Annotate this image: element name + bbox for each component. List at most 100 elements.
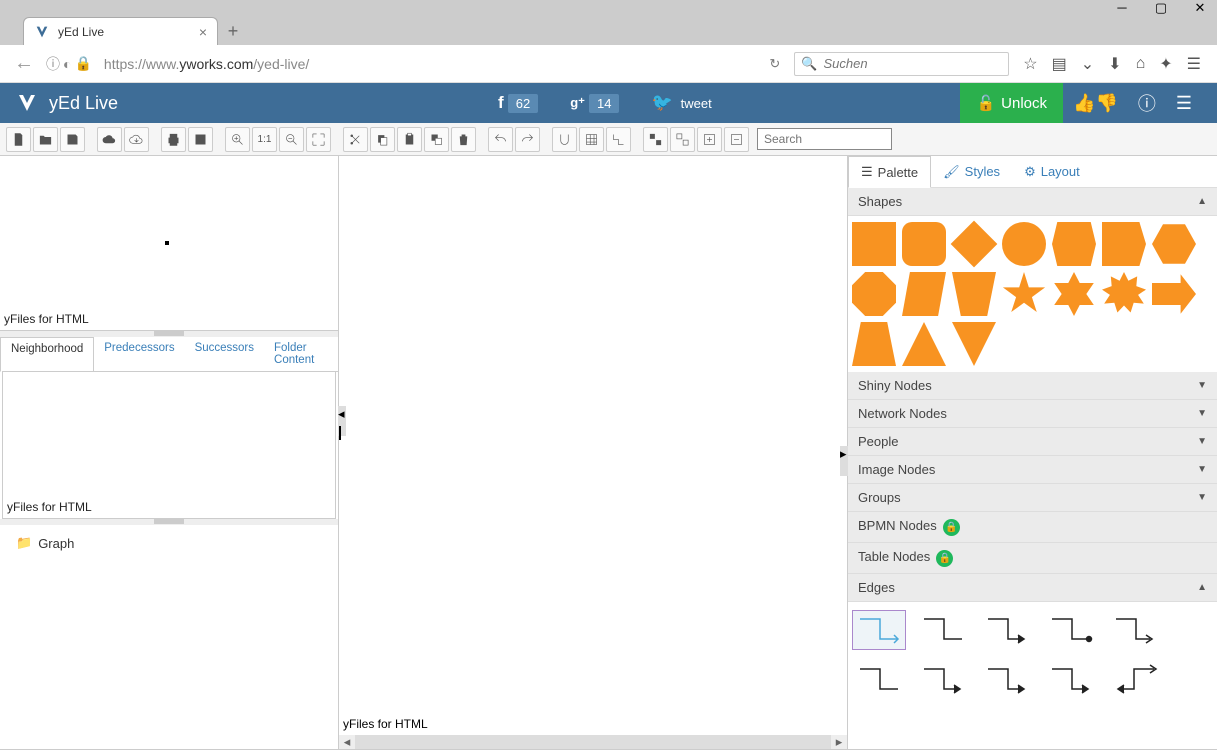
- edge-type-8[interactable]: [980, 660, 1034, 700]
- tab-neighborhood[interactable]: Neighborhood: [0, 337, 94, 372]
- browser-tab[interactable]: yEd Live ×: [23, 17, 218, 45]
- edge-type-9[interactable]: [1044, 660, 1098, 700]
- refresh-icon[interactable]: ↻: [761, 56, 788, 72]
- browser-search-input[interactable]: [823, 56, 1002, 71]
- shape-star5[interactable]: [1002, 272, 1046, 316]
- tab-palette[interactable]: ☰Palette: [848, 156, 931, 188]
- back-icon[interactable]: ←: [8, 52, 40, 75]
- canvas-split-right-handle[interactable]: ▸: [840, 446, 848, 476]
- edge-type-10[interactable]: [1108, 660, 1162, 700]
- left-splitter-1[interactable]: [0, 331, 338, 337]
- tab-successors[interactable]: Successors: [185, 337, 264, 371]
- facebook-share-button[interactable]: f 62: [498, 93, 538, 113]
- shape-diamond[interactable]: [951, 221, 998, 268]
- shape-star8[interactable]: [1102, 272, 1146, 316]
- section-shapes[interactable]: Shapes▲: [848, 188, 1217, 216]
- shape-hexagon[interactable]: [1152, 222, 1196, 266]
- shape-parallelogram[interactable]: [902, 272, 946, 316]
- undo-button[interactable]: [488, 127, 513, 152]
- scroll-left-icon[interactable]: ◂: [339, 734, 355, 750]
- pocket-icon[interactable]: ⌄: [1081, 54, 1094, 74]
- section-table-nodes[interactable]: Table Nodes🔒: [848, 543, 1217, 574]
- tree-item-graph[interactable]: 📁 Graph: [10, 531, 328, 555]
- duplicate-button[interactable]: [424, 127, 449, 152]
- save-button[interactable]: [60, 127, 85, 152]
- edge-type-7[interactable]: [916, 660, 970, 700]
- section-edges[interactable]: Edges▲: [848, 574, 1217, 602]
- bookmark-star-icon[interactable]: ☆: [1023, 54, 1037, 74]
- shape-trapezoid-up[interactable]: [852, 322, 896, 366]
- grid-button[interactable]: [579, 127, 604, 152]
- left-splitter-2[interactable]: [0, 519, 338, 525]
- ungroup-button[interactable]: [670, 127, 695, 152]
- zoom-out-button[interactable]: [279, 127, 304, 152]
- addon-icon[interactable]: ✦: [1159, 54, 1172, 74]
- shape-ellipse[interactable]: [1002, 222, 1046, 266]
- cloud-open-button[interactable]: [97, 127, 122, 152]
- window-minimize-icon[interactable]: ─: [1115, 1, 1129, 15]
- section-people[interactable]: People▼: [848, 428, 1217, 456]
- print-button[interactable]: [161, 127, 186, 152]
- zoom-reset-button[interactable]: 1:1: [252, 127, 277, 152]
- edge-type-3[interactable]: [980, 610, 1034, 650]
- tab-layout[interactable]: ⚙Layout: [1012, 156, 1092, 187]
- scroll-track[interactable]: [355, 735, 831, 749]
- paste-button[interactable]: [397, 127, 422, 152]
- enter-group-button[interactable]: [697, 127, 722, 152]
- fit-content-button[interactable]: [306, 127, 331, 152]
- edge-type-4[interactable]: [1044, 610, 1098, 650]
- site-identity[interactable]: ⓘ ◐ 🔒: [46, 54, 92, 74]
- googleplus-share-button[interactable]: g⁺ 14: [570, 94, 619, 113]
- window-maximize-icon[interactable]: ▢: [1154, 1, 1168, 15]
- menu-icon[interactable]: ☰: [1187, 54, 1201, 74]
- zoom-in-button[interactable]: [225, 127, 250, 152]
- shape-rectangle[interactable]: [852, 222, 896, 266]
- twitter-share-button[interactable]: 🐦 tweet: [651, 93, 711, 113]
- overview-panel[interactable]: yFiles for HTML: [0, 156, 338, 331]
- shape-fatarrow[interactable]: [1152, 272, 1196, 316]
- shape-tag[interactable]: [1102, 222, 1146, 266]
- delete-button[interactable]: [451, 127, 476, 152]
- export-image-button[interactable]: [188, 127, 213, 152]
- app-menu-icon[interactable]: ☰: [1166, 93, 1202, 114]
- shape-triangle-up[interactable]: [902, 322, 946, 366]
- info-circle-icon[interactable]: ⓘ: [1128, 90, 1166, 116]
- window-close-icon[interactable]: ✕: [1193, 1, 1207, 15]
- browser-search-box[interactable]: 🔍: [794, 52, 1009, 76]
- edge-type-2[interactable]: [916, 610, 970, 650]
- copy-button[interactable]: [370, 127, 395, 152]
- shape-octagon[interactable]: [852, 272, 896, 316]
- section-bpmn-nodes[interactable]: BPMN Nodes🔒: [848, 512, 1217, 543]
- section-network-nodes[interactable]: Network Nodes▼: [848, 400, 1217, 428]
- url-display[interactable]: https://www.yworks.com/yed-live/: [98, 54, 688, 74]
- edge-type-1[interactable]: [852, 610, 906, 650]
- canvas-scrollbar-horizontal[interactable]: ◂ ▸: [339, 735, 847, 749]
- shape-hex-h[interactable]: [1052, 222, 1096, 266]
- downloads-icon[interactable]: ⬇: [1108, 54, 1121, 74]
- exit-group-button[interactable]: [724, 127, 749, 152]
- section-groups[interactable]: Groups▼: [848, 484, 1217, 512]
- edge-type-6[interactable]: [852, 660, 906, 700]
- feedback-thumbs-icon[interactable]: 👍👎: [1063, 93, 1128, 114]
- tab-styles[interactable]: 🖌Styles: [931, 156, 1012, 187]
- open-file-button[interactable]: [33, 127, 58, 152]
- cut-button[interactable]: [343, 127, 368, 152]
- scroll-right-icon[interactable]: ▸: [831, 734, 847, 750]
- reader-icon[interactable]: ▤: [1052, 54, 1067, 74]
- section-image-nodes[interactable]: Image Nodes▼: [848, 456, 1217, 484]
- shape-roundrect[interactable]: [902, 222, 946, 266]
- redo-button[interactable]: [515, 127, 540, 152]
- new-file-button[interactable]: [6, 127, 31, 152]
- context-view[interactable]: yFiles for HTML: [2, 371, 336, 519]
- tab-folder-content[interactable]: Folder Content: [264, 337, 338, 371]
- edge-type-5[interactable]: [1108, 610, 1162, 650]
- new-tab-button[interactable]: +: [218, 17, 248, 45]
- toolbar-search-input[interactable]: [757, 128, 892, 150]
- tab-predecessors[interactable]: Predecessors: [94, 337, 184, 371]
- tab-close-icon[interactable]: ×: [199, 24, 207, 40]
- shape-triangle-down[interactable]: [952, 322, 996, 366]
- unlock-button[interactable]: 🔓 Unlock: [960, 83, 1063, 123]
- snap-button[interactable]: [552, 127, 577, 152]
- section-shiny-nodes[interactable]: Shiny Nodes▼: [848, 372, 1217, 400]
- group-button[interactable]: [643, 127, 668, 152]
